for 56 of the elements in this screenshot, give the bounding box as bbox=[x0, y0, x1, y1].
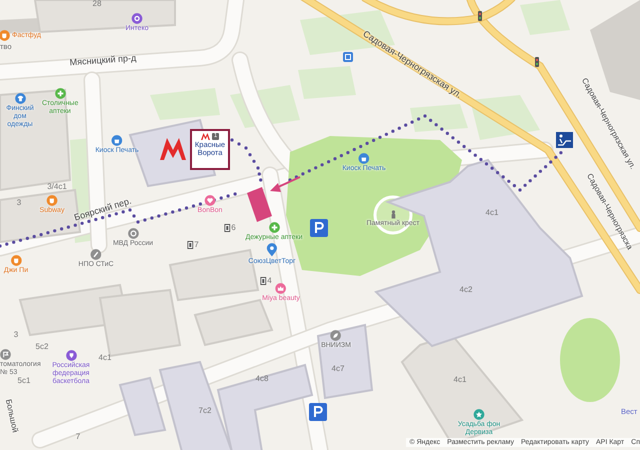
building-number: 5с1 bbox=[18, 376, 30, 385]
highlight-marker bbox=[247, 187, 272, 222]
building-number: 4с7 bbox=[332, 364, 344, 373]
building-number: 4с8 bbox=[256, 374, 268, 383]
star-pin-icon bbox=[474, 409, 484, 420]
map-pin-icon bbox=[266, 243, 278, 257]
entrance-icon bbox=[187, 240, 194, 248]
plus-pin-icon bbox=[268, 222, 280, 233]
parking-icon bbox=[310, 219, 328, 237]
bag-pin-icon bbox=[358, 153, 370, 164]
building-number: 4с1 bbox=[486, 208, 498, 217]
building-number: 4с1 bbox=[454, 375, 466, 384]
flag-pin-icon bbox=[0, 349, 11, 360]
building-number: 7 bbox=[76, 432, 80, 441]
park-area bbox=[470, 95, 540, 140]
heart-pin-icon bbox=[204, 195, 216, 206]
bag-pin-icon bbox=[112, 135, 122, 146]
building-number: 28 bbox=[92, 0, 102, 8]
park-area bbox=[298, 66, 356, 99]
street-name: Большой bbox=[3, 398, 19, 434]
park-area bbox=[520, 0, 570, 35]
traffic-light-icon bbox=[478, 11, 482, 21]
shirt-pin-icon bbox=[14, 93, 26, 104]
street-name: Мясницкий пр-д bbox=[69, 54, 137, 68]
plus-pin-icon bbox=[54, 88, 66, 99]
building-number: 4с1 bbox=[98, 353, 112, 362]
building-number: 4 bbox=[267, 276, 272, 285]
building-number: 7 bbox=[194, 240, 199, 249]
wrench-pin-icon bbox=[90, 249, 102, 260]
traffic-light-icon bbox=[535, 57, 539, 67]
building-number: 7с2 bbox=[198, 406, 212, 415]
metro-icon bbox=[200, 133, 210, 140]
building-number: 5с2 bbox=[36, 342, 48, 351]
cup-pin-icon bbox=[0, 30, 10, 41]
monument-icon bbox=[389, 210, 397, 219]
trophy-pin-icon bbox=[66, 350, 76, 361]
metro-logo-icon bbox=[160, 138, 186, 160]
cup-pin-icon bbox=[46, 195, 58, 206]
building-number: 6 bbox=[231, 223, 236, 232]
cup-pin-icon bbox=[10, 255, 22, 266]
parking-icon bbox=[309, 403, 327, 421]
building-number: 4с2 bbox=[460, 285, 472, 294]
leaf-pin-icon bbox=[330, 330, 342, 341]
bus-stop-icon bbox=[343, 52, 353, 62]
building-number: 3 bbox=[16, 198, 22, 207]
entrance-icon bbox=[260, 276, 266, 284]
pointer-arrow bbox=[270, 176, 300, 192]
building-number: 3/4с1 bbox=[47, 182, 67, 191]
park-area bbox=[410, 104, 468, 132]
dot-pin-icon bbox=[132, 13, 142, 24]
building-number: 3 bbox=[14, 330, 18, 339]
park-area bbox=[230, 85, 300, 128]
crown-pin-icon bbox=[276, 283, 286, 294]
underpass-sign-icon bbox=[556, 132, 573, 148]
entrance-icon bbox=[224, 224, 230, 232]
emblem-pin-icon bbox=[128, 228, 138, 239]
